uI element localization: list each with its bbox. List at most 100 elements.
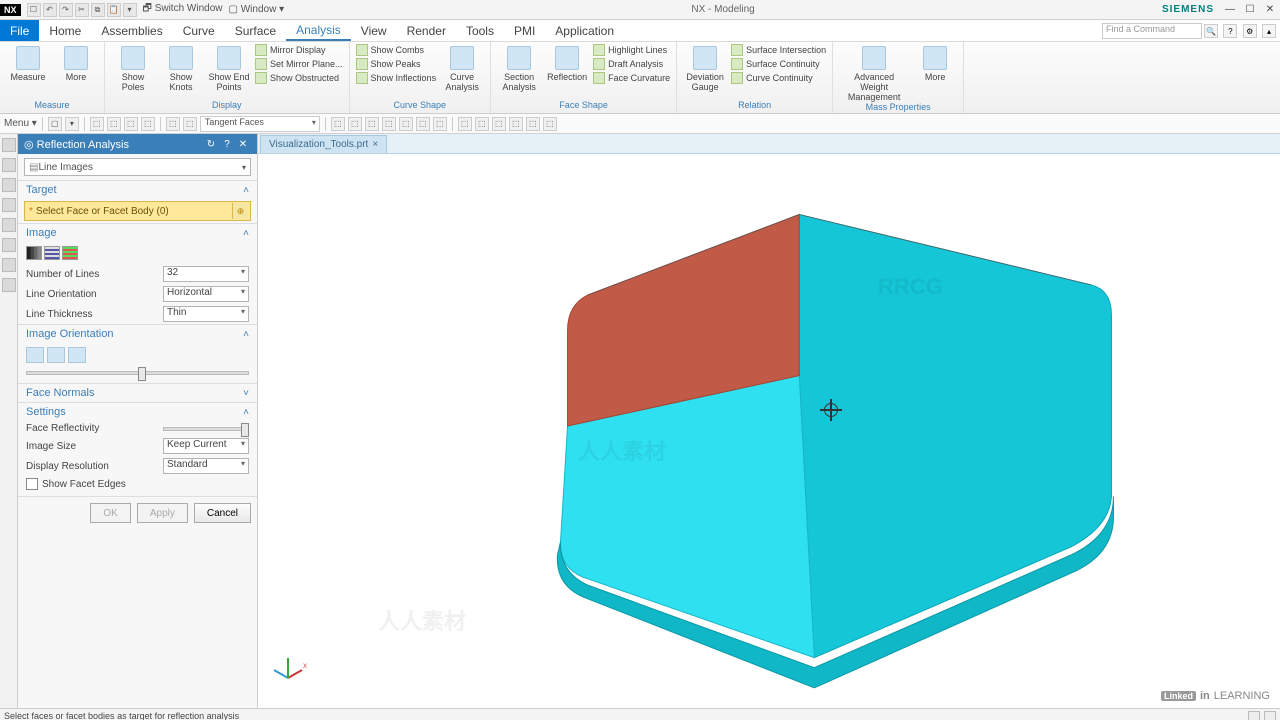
show-combs-button[interactable]: Show Combs [356,44,437,56]
tb-icon[interactable]: ⬚ [458,117,472,131]
deviation-gauge-button[interactable]: Deviation Gauge [683,44,727,92]
tb-icon[interactable]: ⬚ [107,117,121,131]
section-face-normals[interactable]: Face Normals˅ [18,383,257,402]
qat-paste-icon[interactable]: 📋 [107,3,121,17]
tb-icon[interactable]: ⬚ [141,117,155,131]
tb-icon[interactable]: ⬚ [475,117,489,131]
image-mode-1[interactable] [26,246,42,260]
tb-icon[interactable]: ⬚ [416,117,430,131]
surface-intersection-button[interactable]: Surface Intersection [731,44,826,56]
tb-icon[interactable]: ⬚ [166,117,180,131]
orientation-slider[interactable] [26,371,249,375]
tb-icon[interactable]: ⬚ [124,117,138,131]
measure-button[interactable]: Measure [6,44,50,82]
orient-option-3[interactable] [68,347,86,363]
orient-option-1[interactable] [26,347,44,363]
status-icon[interactable] [1248,711,1260,720]
rail-icon[interactable] [2,258,16,272]
tb-icon[interactable]: ⬚ [365,117,379,131]
image-mode-3[interactable] [62,246,78,260]
qat-copy-icon[interactable]: ⧉ [91,3,105,17]
rail-icon[interactable] [2,138,16,152]
help-icon[interactable]: ? [1223,24,1237,38]
view-triad-icon[interactable]: X [268,648,308,688]
draft-analysis-button[interactable]: Draft Analysis [593,58,670,70]
tab-close-icon[interactable]: × [372,139,378,150]
tb-icon[interactable]: ⬚ [382,117,396,131]
qat-redo-icon[interactable]: ↷ [59,3,73,17]
image-size-dropdown[interactable]: Keep Current [163,438,249,454]
show-end-points-button[interactable]: Show End Points [207,44,251,92]
tb-icon[interactable]: ⬚ [183,117,197,131]
qat-cut-icon[interactable]: ✂ [75,3,89,17]
surface-continuity-button[interactable]: Surface Continuity [731,58,826,70]
section-target[interactable]: Target˄ [18,180,257,199]
curve-continuity-button[interactable]: Curve Continuity [731,72,826,84]
section-settings[interactable]: Settings˄ [18,402,257,421]
tab-assemblies[interactable]: Assemblies [91,20,172,41]
rail-icon[interactable] [2,218,16,232]
display-resolution-dropdown[interactable]: Standard [163,458,249,474]
tb-icon[interactable]: ⬚ [90,117,104,131]
tb-icon[interactable]: ▢ [48,117,62,131]
num-lines-dropdown[interactable]: 32 [163,266,249,282]
document-tab[interactable]: Visualization_Tools.prt × [260,135,387,153]
rail-icon[interactable] [2,238,16,252]
tab-home[interactable]: Home [39,20,91,41]
search-icon[interactable]: 🔍 [1204,24,1218,38]
adv-weight-mgmt-button[interactable]: Advanced Weight Management [839,44,909,102]
tb-icon[interactable]: ⬚ [348,117,362,131]
cancel-button[interactable]: Cancel [194,503,251,523]
rail-icon[interactable] [2,158,16,172]
section-analysis-button[interactable]: Section Analysis [497,44,541,92]
measure-more-button[interactable]: More [54,44,98,82]
tab-analysis[interactable]: Analysis [286,20,351,41]
show-poles-button[interactable]: Show Poles [111,44,155,92]
window-menu-button[interactable]: ▢ Window ▾ [229,4,285,15]
status-icon[interactable] [1264,711,1276,720]
set-mirror-plane-button[interactable]: Set Mirror Plane... [255,58,343,70]
curve-analysis-button[interactable]: Curve Analysis [440,44,484,92]
tb-icon[interactable]: ⬚ [331,117,345,131]
tab-view[interactable]: View [351,20,397,41]
tb-icon[interactable]: ⬚ [399,117,413,131]
panel-reset-icon[interactable]: ↻ [203,139,219,150]
section-image-orientation[interactable]: Image Orientation˄ [18,324,257,343]
face-curvature-button[interactable]: Face Curvature [593,72,670,84]
tb-icon[interactable]: ⬚ [509,117,523,131]
close-button[interactable]: ✕ [1260,1,1280,19]
rail-icon[interactable] [2,178,16,192]
tab-render[interactable]: Render [397,20,456,41]
qat-save-icon[interactable]: ☐ [27,3,41,17]
tab-file[interactable]: File [0,20,39,41]
select-face-field[interactable]: *Select Face or Facet Body (0) ⊕ [24,201,251,221]
line-thickness-dropdown[interactable]: Thin [163,306,249,322]
tb-icon[interactable]: ⬚ [492,117,506,131]
type-dropdown[interactable]: ▤ Line Images [24,158,251,176]
search-input[interactable]: Find a Command [1102,23,1202,39]
tb-icon[interactable]: ⬚ [543,117,557,131]
show-facet-edges-checkbox[interactable] [26,478,38,490]
tb-icon[interactable]: ⬚ [526,117,540,131]
reflection-button[interactable]: Reflection [545,44,589,82]
show-peaks-button[interactable]: Show Peaks [356,58,437,70]
reflectivity-slider[interactable] [163,427,249,431]
show-inflections-button[interactable]: Show Inflections [356,72,437,84]
tab-pmi[interactable]: PMI [504,20,545,41]
menu-button[interactable]: Menu ▾ [4,118,37,129]
image-mode-2[interactable] [44,246,60,260]
pick-icon[interactable]: ⊕ [232,203,248,219]
minimize-ribbon-icon[interactable]: ▴ [1262,24,1276,38]
options-icon[interactable]: ⚙ [1243,24,1257,38]
switch-window-button[interactable]: 🗗 Switch Window [143,1,223,18]
apply-button[interactable]: Apply [137,503,188,523]
tb-icon[interactable]: ⬚ [433,117,447,131]
qat-undo-icon[interactable]: ↶ [43,3,57,17]
tab-application[interactable]: Application [545,20,624,41]
selection-filter-dropdown[interactable]: Tangent Faces [200,116,320,132]
tab-tools[interactable]: Tools [456,20,504,41]
tab-curve[interactable]: Curve [173,20,225,41]
mass-more-button[interactable]: More [913,44,957,82]
tb-icon[interactable]: ▾ [65,117,79,131]
highlight-lines-button[interactable]: Highlight Lines [593,44,670,56]
